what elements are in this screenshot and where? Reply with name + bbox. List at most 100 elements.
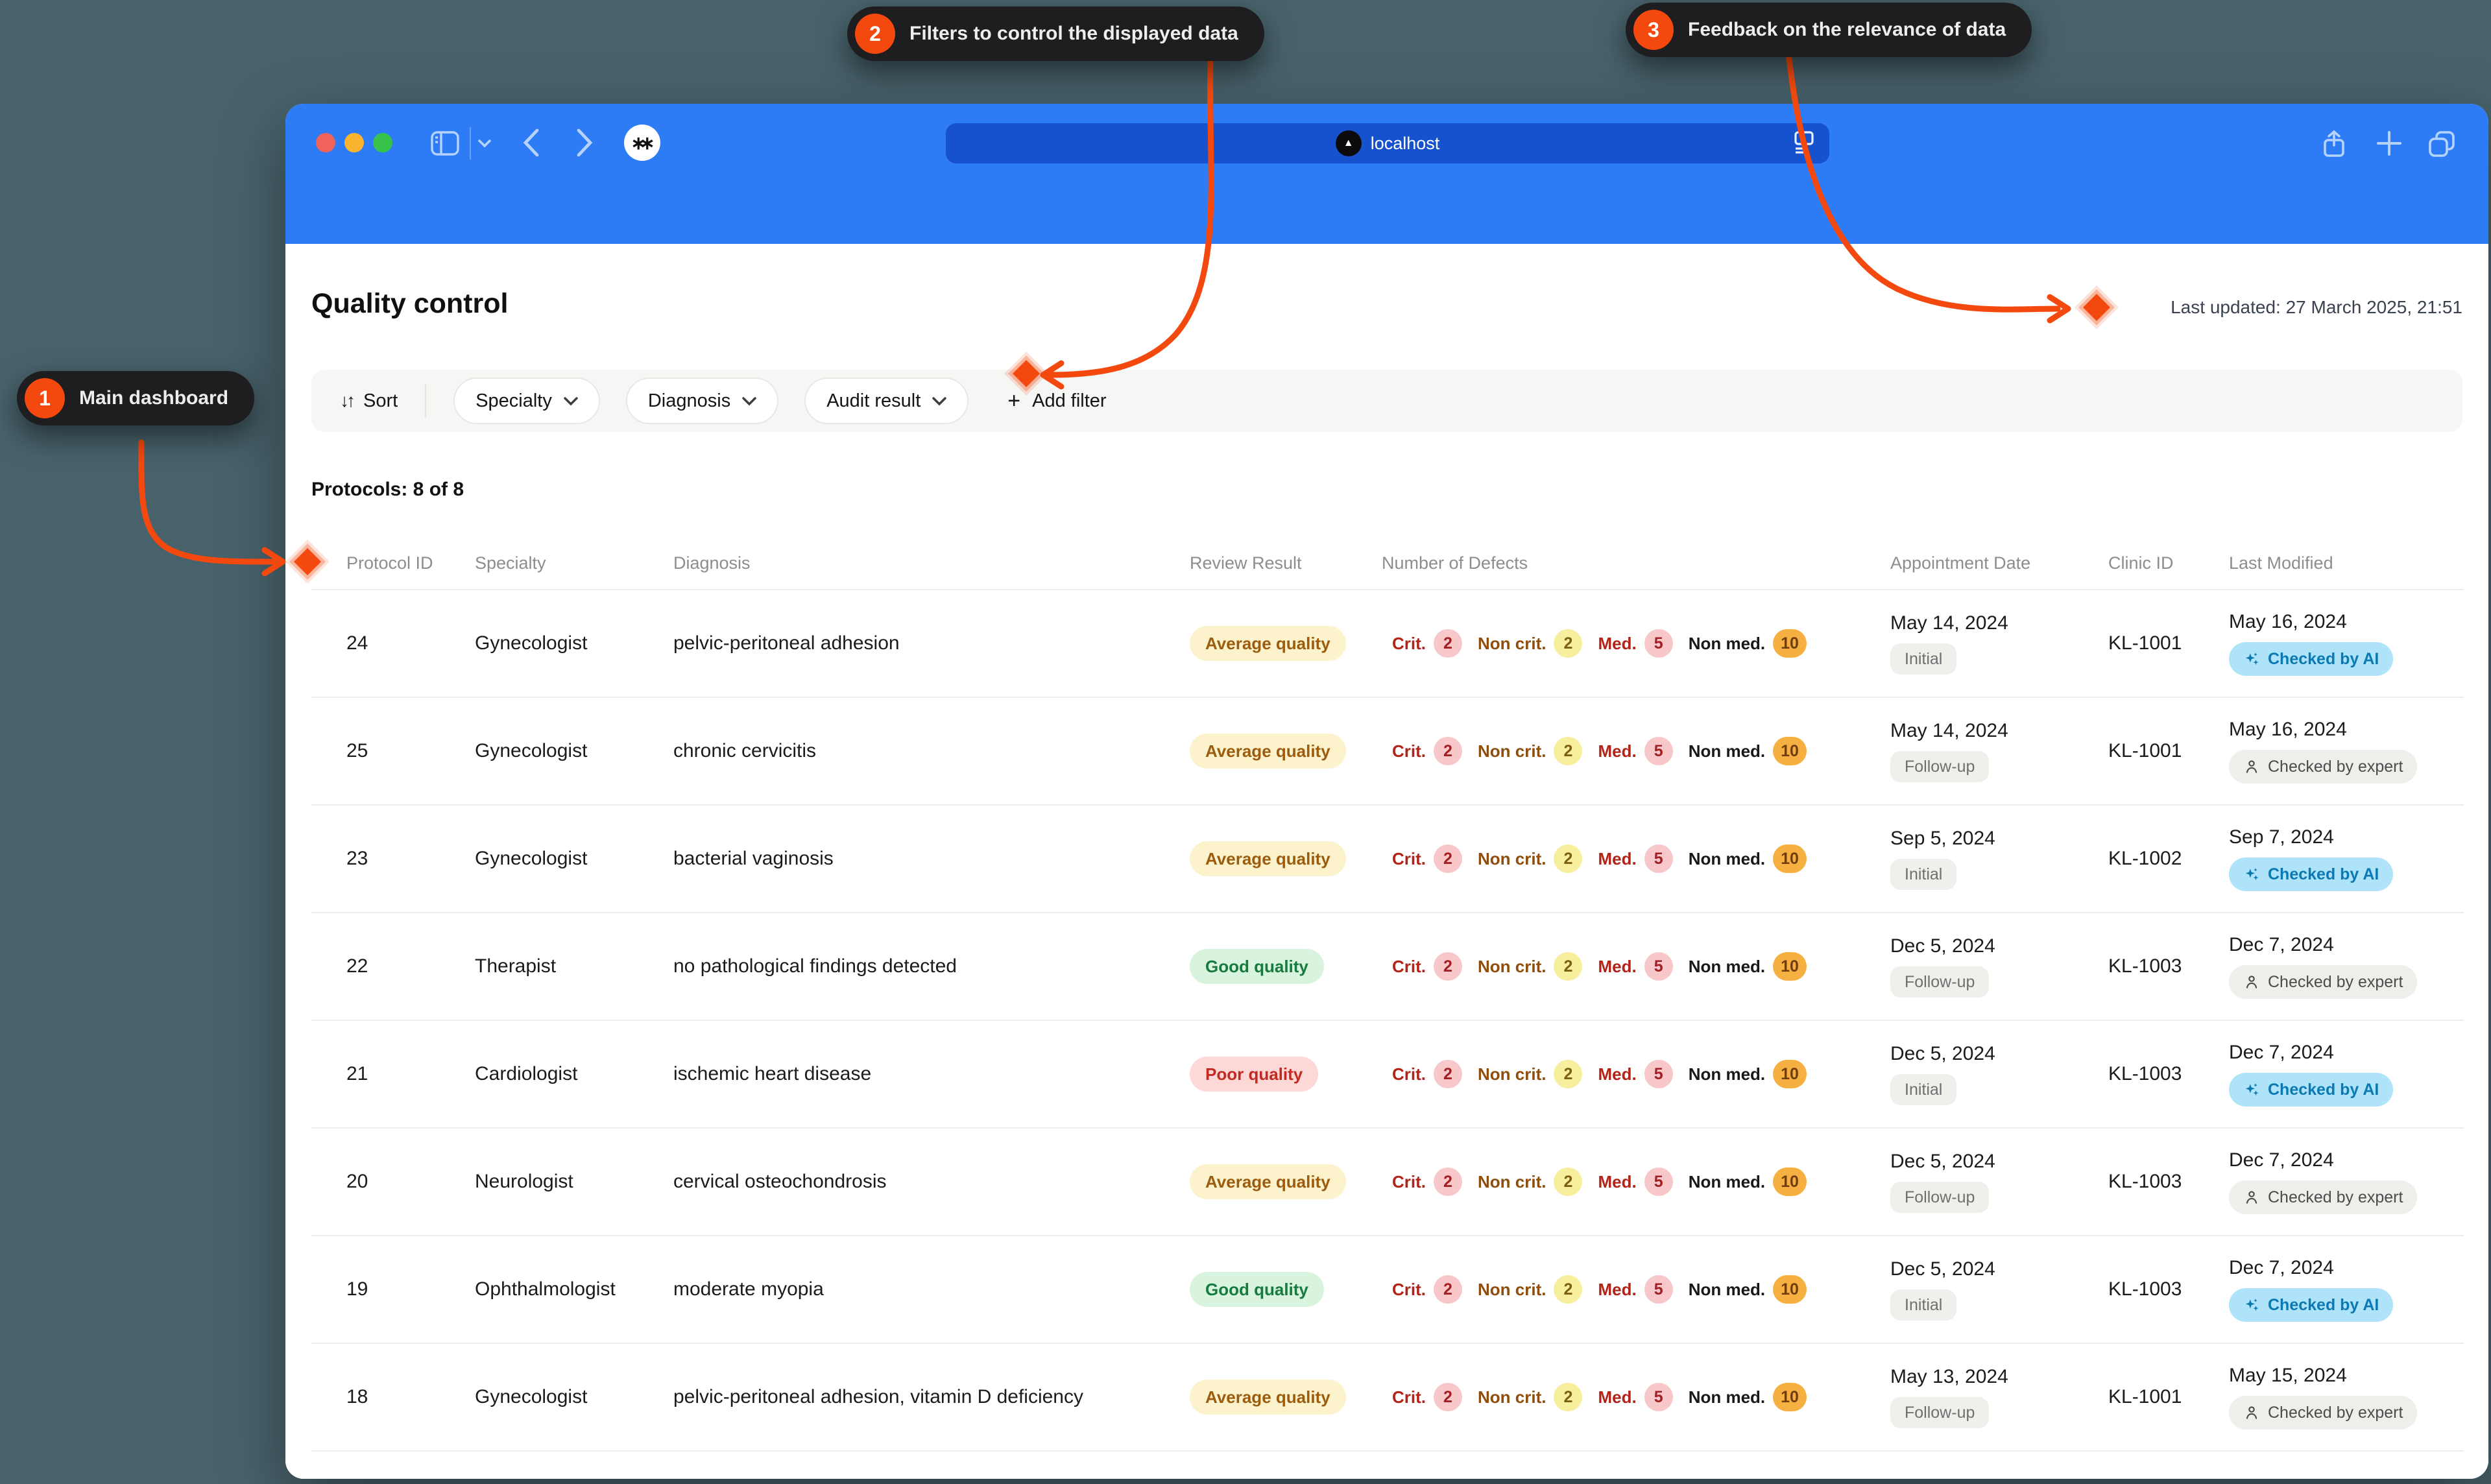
- defect-count-badge: 2: [1554, 952, 1583, 981]
- checked-by-badge: Checked by expert: [2229, 750, 2418, 784]
- defect-label: Med.: [1598, 633, 1637, 653]
- back-button[interactable]: [523, 128, 540, 157]
- defect-group: Med. 5: [1598, 1167, 1673, 1196]
- defect-label: Med.: [1598, 848, 1637, 868]
- sort-button[interactable]: ↓↑ Sort: [340, 390, 398, 412]
- sort-arrows-icon: ↓↑: [340, 390, 355, 411]
- cell-appointment-date: Dec 5, 2024 Initial: [1890, 1043, 2108, 1105]
- defect-label: Non med.: [1688, 633, 1766, 653]
- filter-dropdown-diagnosis[interactable]: Diagnosis: [625, 377, 779, 424]
- appointment-type-badge: Follow-up: [1890, 751, 1990, 782]
- defect-label: Non med.: [1688, 848, 1766, 868]
- person-icon: [2243, 1404, 2260, 1421]
- cell-review-result: Average quality: [1190, 626, 1382, 661]
- toolbar-divider: [470, 127, 471, 160]
- plus-icon: +: [1007, 389, 1021, 413]
- review-quality-badge: Average quality: [1190, 626, 1346, 661]
- page-title: Quality control: [311, 288, 509, 319]
- defect-count-badge: 5: [1644, 1383, 1673, 1411]
- defect-label: Non med.: [1688, 1387, 1766, 1407]
- filter-dropdown-audit-result[interactable]: Audit result: [804, 377, 969, 424]
- zoom-window-button[interactable]: [373, 133, 392, 152]
- table-row[interactable]: 19 Ophthalmologist moderate myopia Good …: [311, 1235, 2464, 1343]
- cell-clinic-id: KL-1001: [2108, 1386, 2182, 1407]
- person-icon: [2243, 758, 2260, 775]
- appointment-type-badge: Initial: [1890, 859, 1957, 890]
- defect-group: Non crit. 2: [1478, 844, 1583, 873]
- cell-review-result: Poor quality: [1190, 1057, 1382, 1092]
- close-window-button[interactable]: [316, 133, 335, 152]
- column-header: Protocol ID: [346, 553, 433, 573]
- column-header: Last Modified: [2229, 553, 2333, 573]
- forward-button[interactable]: [576, 128, 593, 157]
- defect-label: Non med.: [1688, 1064, 1766, 1084]
- defect-group: Non crit. 2: [1478, 1383, 1583, 1411]
- minimize-window-button[interactable]: [344, 133, 364, 152]
- defect-count-badge: 5: [1644, 629, 1673, 658]
- defect-group: Med. 5: [1598, 1383, 1673, 1411]
- chevron-down-icon[interactable]: [477, 139, 492, 148]
- filter-bar: ↓↑ Sort Specialty Diagnosis Audit result +…: [311, 370, 2462, 432]
- last-updated-text: Last updated: 27 March 2025, 21:51: [2171, 297, 2462, 317]
- defect-count-badge: 2: [1554, 1060, 1583, 1088]
- defect-count-badge: 2: [1554, 1167, 1583, 1196]
- table-row[interactable]: 25 Gynecologist chronic cervicitis Avera…: [311, 697, 2464, 804]
- defect-label: Crit.: [1392, 1171, 1426, 1191]
- checked-by-badge: Checked by expert: [2229, 965, 2418, 999]
- defect-count-badge: 2: [1554, 1383, 1583, 1411]
- chevron-down-icon: [742, 397, 756, 406]
- reader-view-icon[interactable]: [1793, 130, 1816, 160]
- checked-by-badge: Checked by AI: [2229, 1073, 2394, 1107]
- cell-diagnosis: ischemic heart disease: [673, 1063, 872, 1084]
- defect-group: Non crit. 2: [1478, 1060, 1583, 1088]
- table-row[interactable]: 22 Therapist no pathological findings de…: [311, 912, 2464, 1020]
- cell-last-modified: Dec 7, 2024 Checked by AI: [2229, 1257, 2464, 1322]
- table-row[interactable]: 24 Gynecologist pelvic-peritoneal adhesi…: [311, 589, 2464, 697]
- add-filter-button[interactable]: + Add filter: [1007, 390, 1106, 412]
- cell-clinic-id: KL-1003: [2108, 1278, 2182, 1300]
- table-row[interactable]: 23 Gynecologist bacterial vaginosis Aver…: [311, 804, 2464, 912]
- table-row[interactable]: 20 Neurologist cervical osteochondrosis …: [311, 1127, 2464, 1235]
- extension-badge-icon[interactable]: ∗∗: [624, 125, 660, 161]
- table-row[interactable]: 18 Gynecologist pelvic-peritoneal adhesi…: [311, 1343, 2464, 1450]
- review-quality-badge: Good quality: [1190, 1272, 1324, 1307]
- cell-last-modified: May 16, 2024 Checked by expert: [2229, 719, 2464, 784]
- sparkle-icon: [2243, 1297, 2260, 1313]
- defect-count-badge: 10: [1773, 1060, 1807, 1088]
- cell-diagnosis: no pathological findings detected: [673, 955, 957, 977]
- address-bar[interactable]: ▲ localhost: [946, 123, 1829, 163]
- filter-divider: [425, 384, 427, 418]
- defect-count-badge: 10: [1773, 737, 1807, 765]
- cell-clinic-id: KL-1002: [2108, 848, 2182, 869]
- defect-group: Crit. 2: [1392, 737, 1462, 765]
- table-row[interactable]: 21 Cardiologist ischemic heart disease P…: [311, 1020, 2464, 1127]
- cell-diagnosis: bacterial vaginosis: [673, 848, 834, 869]
- defect-label: Non crit.: [1478, 1064, 1546, 1084]
- defect-count-badge: 5: [1644, 952, 1673, 981]
- defect-label: Non med.: [1688, 1279, 1766, 1299]
- tab-overview-icon[interactable]: [2427, 130, 2456, 158]
- cell-diagnosis: chronic cervicitis: [673, 740, 817, 761]
- share-icon[interactable]: [2321, 130, 2347, 158]
- cell-specialty: Cardiologist: [475, 1063, 578, 1084]
- new-tab-icon[interactable]: [2377, 131, 2401, 156]
- defect-group: Crit. 2: [1392, 952, 1462, 981]
- cell-number-of-defects: Crit. 2 Non crit. 2 Med. 5 Non med. 10: [1382, 1060, 1890, 1088]
- defect-group: Med. 5: [1598, 1275, 1673, 1304]
- appointment-type-badge: Initial: [1890, 1074, 1957, 1105]
- defect-count-badge: 10: [1773, 844, 1807, 873]
- arrow-main-dashboard: [138, 439, 277, 565]
- filter-dropdown-specialty[interactable]: Specialty: [453, 377, 600, 424]
- cell-protocol-id: 23: [346, 848, 368, 869]
- defect-label: Non crit.: [1478, 1171, 1546, 1191]
- defect-group: Crit. 2: [1392, 1383, 1462, 1411]
- cell-clinic-id: KL-1001: [2108, 632, 2182, 654]
- filter-dropdown-label: Audit result: [826, 390, 921, 411]
- appointment-type-badge: Initial: [1890, 643, 1957, 675]
- defect-count-badge: 10: [1773, 952, 1807, 981]
- defect-group: Non med. 10: [1689, 952, 1807, 981]
- defect-count-badge: 5: [1644, 737, 1673, 765]
- defect-label: Crit.: [1392, 1064, 1426, 1084]
- browser-window: ∗∗ ▲ localhost Quality control Last upda…: [285, 104, 2488, 1479]
- sidebar-icon[interactable]: [431, 131, 459, 156]
